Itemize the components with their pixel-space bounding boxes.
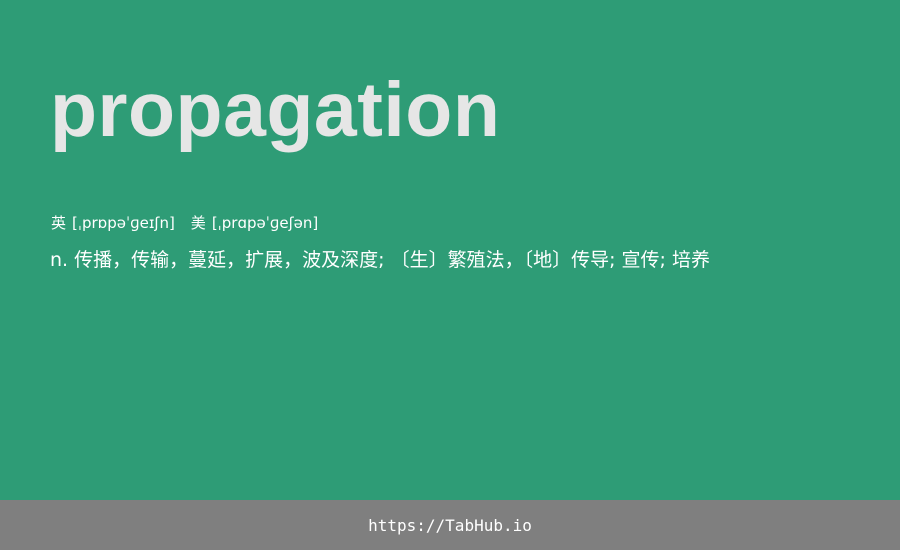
us-label: 美: [190, 214, 206, 232]
footer-bar: https://TabHub.io: [0, 500, 900, 550]
us-phonetic: [ˌprɑpəˈɡeʃən]: [211, 214, 319, 232]
tabhub-link[interactable]: https://TabHub.io: [368, 516, 532, 535]
word-card: propagation 英 [ˌprɒpəˈɡeɪʃn] 美 [ˌprɑpəˈɡeʃə…: [0, 0, 900, 500]
uk-label: 英: [51, 214, 67, 232]
phonetics-row: 英 [ˌprɒpəˈɡeɪʃn] 美 [ˌprɑpəˈɡeʃən]: [51, 213, 334, 233]
definition-text: n. 传播，传输，蔓延，扩展，波及深度; 〔生〕繁殖法，〔地〕传导; 宣传; 培…: [50, 249, 710, 271]
headword: propagation: [50, 67, 501, 153]
uk-phonetic: [ˌprɒpəˈɡeɪʃn]: [72, 214, 175, 232]
